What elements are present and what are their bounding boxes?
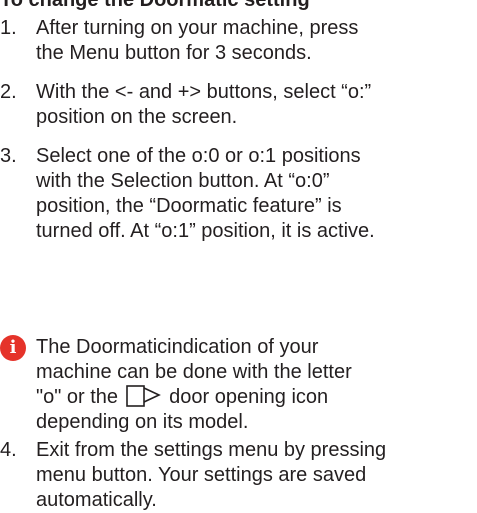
note-line: depending on its model. [36, 411, 249, 433]
note-text: The Doormaticindication of your machine … [36, 335, 477, 435]
step-line: the Menu button for 3 seconds. [36, 42, 312, 64]
step-line: After turning on your machine, press [36, 17, 359, 39]
step-text: After turning on your machine, press the… [36, 16, 477, 66]
step-text: Exit from the settings menu by pressing … [36, 438, 477, 513]
step-number: 1. [0, 17, 17, 39]
step-line: automatically. [36, 489, 157, 511]
step-number: 2. [0, 81, 17, 103]
step-line: Select one of the o:0 or o:1 positions [36, 145, 361, 167]
note-line-end: door opening icon [169, 386, 329, 408]
note-line: "o" or the door opening icon [36, 385, 477, 410]
note-line: machine can be done with the letter [36, 361, 352, 383]
step-line: menu button. Your settings are saved [36, 464, 367, 486]
section-heading: To change the Doormatic setting [0, 0, 310, 11]
step-line: position, the “Doormatic feature” is [36, 195, 342, 217]
door-opening-icon [125, 385, 161, 407]
step-text: Select one of the o:0 or o:1 positions w… [36, 144, 477, 244]
step-line: turned off. At “o:1” position, it is act… [36, 220, 375, 242]
step-line: with the Selection button. At “o:0” [36, 170, 330, 192]
step-text: With the <- and +> buttons, select “o:” … [36, 80, 477, 130]
step-number: 3. [0, 145, 17, 167]
step-line: With the <- and +> buttons, select “o:” [36, 81, 372, 103]
info-icon: i [0, 335, 26, 361]
step-line: Exit from the settings menu by pressing [36, 439, 387, 461]
note-line: The Doormaticindication of your [36, 336, 319, 358]
note-line-start: "o" or the [36, 386, 119, 408]
step-number: 4. [0, 439, 17, 461]
instruction-page: To change the Doormatic setting 1. After… [0, 0, 477, 512]
step-line: position on the screen. [36, 106, 238, 128]
